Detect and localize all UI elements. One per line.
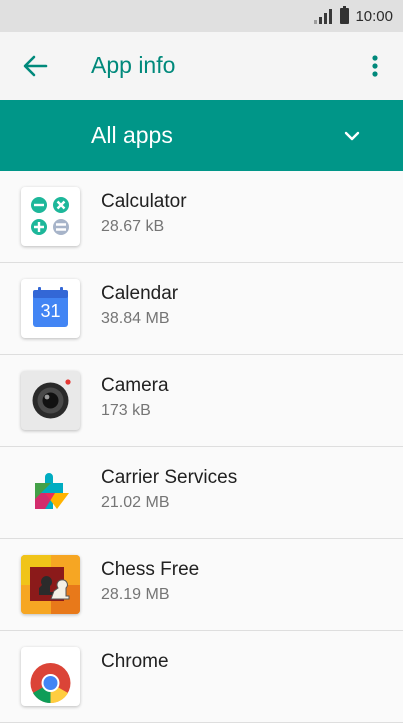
page-title: App info [91,52,176,78]
app-name: Calculator [101,191,187,212]
status-time: 10:00 [355,7,393,25]
app-size: 28.67 kB [101,218,165,235]
app-name: Camera [101,375,169,396]
more-vert-icon[interactable] [362,53,388,79]
app-row-camera[interactable]: Camera 173 kB [0,355,403,447]
chess-icon [21,555,80,614]
calendar-icon-date: 31 [40,301,61,321]
battery-icon [340,6,350,24]
app-size: 21.02 MB [101,494,170,511]
app-name: Chess Free [101,559,200,580]
calculator-icon [21,187,80,246]
app-name: Carrier Services [101,467,238,488]
app-row-chess-free[interactable]: Chess Free 28.19 MB [0,539,403,631]
chevron-down-icon [342,126,362,146]
filter-selected-label: All apps [91,122,173,148]
app-row-chrome[interactable]: Chrome [0,631,403,723]
carrier-services-icon [21,463,80,522]
cell-signal-icon [314,8,334,24]
app-size: 173 kB [101,402,151,419]
app-name: Calendar [101,283,179,304]
app-name: Chrome [101,651,169,672]
camera-icon [21,371,80,430]
app-row-carrier-services[interactable]: Carrier Services 21.02 MB [0,447,403,539]
app-size: 38.84 MB [101,310,170,327]
app-row-calculator[interactable]: Calculator 28.67 kB [0,171,403,263]
chrome-icon [21,647,80,706]
app-row-calendar[interactable]: 31 Calendar 38.84 MB [0,263,403,355]
app-filter-dropdown[interactable]: All apps [0,100,403,171]
status-bar: 10:00 [0,0,403,32]
app-list: Calculator 28.67 kB 31 Calendar 38.84 MB [0,171,403,723]
calendar-icon: 31 [21,279,80,338]
app-bar: App info [0,32,403,100]
app-size: 28.19 MB [101,586,170,603]
arrow-back-icon[interactable] [22,54,48,78]
